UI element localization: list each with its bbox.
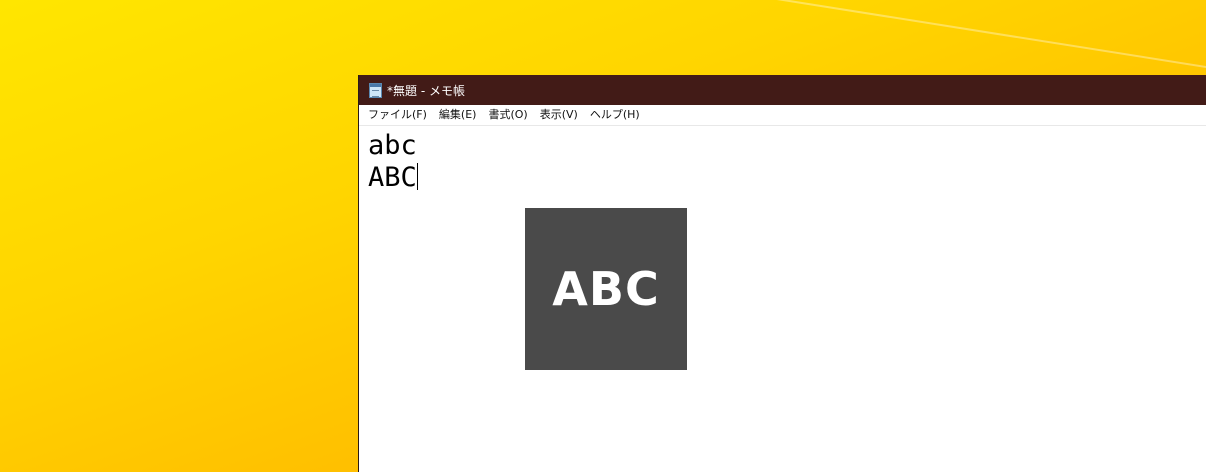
menu-bar: ファイル(F) 編集(E) 書式(O) 表示(V) ヘルプ(H) (359, 105, 1206, 126)
menu-file[interactable]: ファイル(F) (362, 105, 433, 125)
menu-format[interactable]: 書式(O) (482, 105, 533, 125)
text-editor-area[interactable]: abc ABC (359, 126, 1206, 194)
notepad-icon (369, 82, 382, 98)
menu-edit[interactable]: 編集(E) (433, 105, 483, 125)
text-caret (416, 163, 418, 190)
editor-line-text: abc (368, 130, 417, 161)
editor-line-text: ABC (368, 162, 417, 193)
window-title: *無題 - メモ帳 (387, 83, 465, 98)
editor-line: abc (368, 130, 1206, 162)
abc-overlay-tile: ABC (525, 208, 687, 370)
wallpaper-streak (599, 0, 1206, 82)
abc-overlay-label: ABC (552, 262, 660, 316)
menu-help[interactable]: ヘルプ(H) (584, 105, 646, 125)
notepad-window: *無題 - メモ帳 ファイル(F) 編集(E) 書式(O) 表示(V) ヘルプ(… (358, 75, 1206, 472)
title-bar[interactable]: *無題 - メモ帳 (359, 75, 1206, 105)
menu-view[interactable]: 表示(V) (534, 105, 584, 125)
editor-line: ABC (368, 162, 1206, 194)
